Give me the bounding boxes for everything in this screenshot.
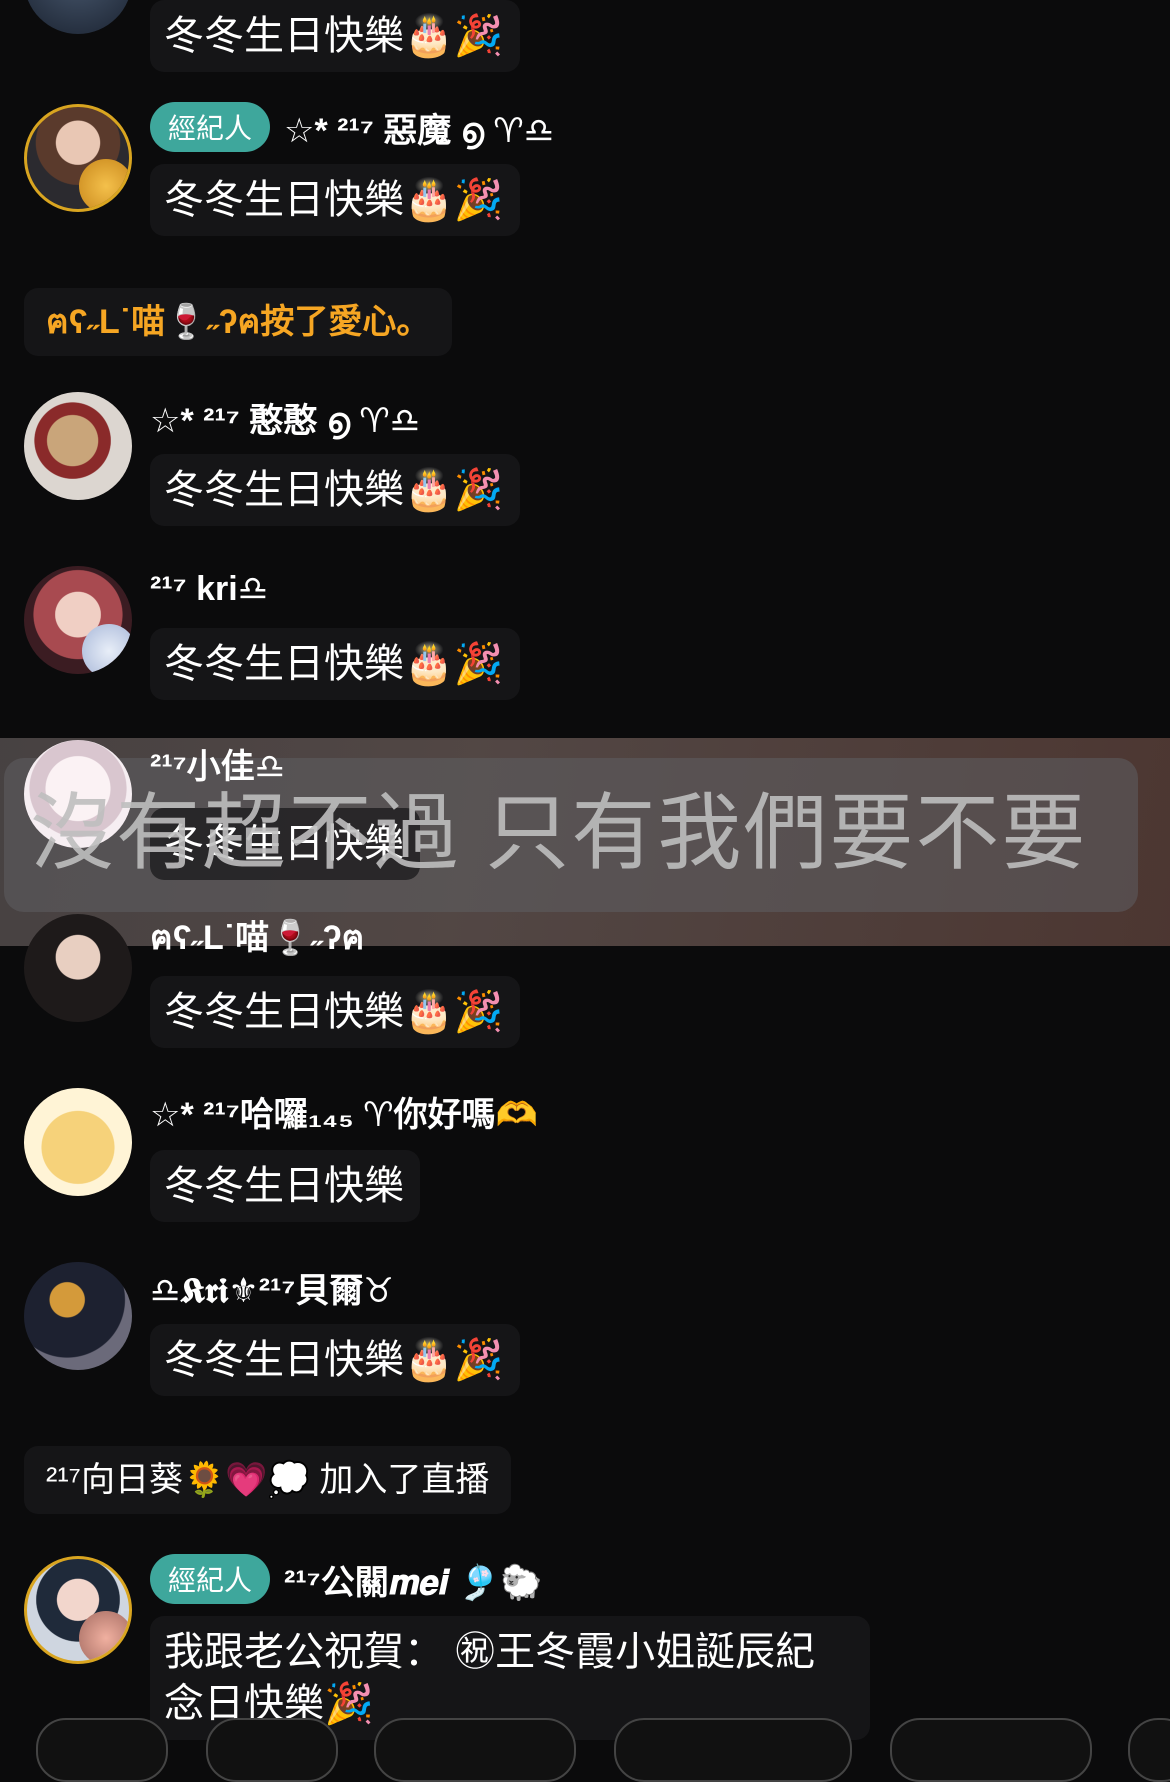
chat-message-bubble: 冬冬生日快樂🎂🎉 xyxy=(150,976,520,1048)
quick-action-button[interactable] xyxy=(614,1718,852,1782)
username-row[interactable]: ☆* ²¹⁷哈囉₁₄₅ ♈︎你好嗎🫶 xyxy=(150,1088,538,1134)
chat-message-bubble: 冬冬生日快樂 xyxy=(150,1150,420,1222)
username[interactable]: ²¹⁷公關𝒎𝒆𝒊 🎐🐑 xyxy=(284,1555,543,1604)
username[interactable]: ☆* ²¹⁷ 憨憨 ൭ ♈︎♎ xyxy=(150,393,420,442)
lyric-text: 沒有超不過 只有我們要不要 xyxy=(30,786,1088,880)
username-row[interactable]: ฅʕ˶L˙喵🍷˶ʔฅ xyxy=(150,914,364,960)
username[interactable]: ☆* ²¹⁷ 惡魔 ൭ ♈︎♎ xyxy=(284,103,554,152)
username-row[interactable]: ²¹⁷ kri♎ xyxy=(150,566,268,612)
wing-frame-icon xyxy=(79,159,129,209)
chat-message-bubble: 冬冬生日快樂🎂🎉 xyxy=(150,1324,520,1396)
username[interactable]: ♎𝕶𝖗𝖎⚜²¹⁷貝爾♉ xyxy=(150,1263,394,1312)
username-row[interactable]: ♎𝕶𝖗𝖎⚜²¹⁷貝爾♉ xyxy=(150,1264,394,1310)
chat-message-bubble: 冬冬生日快樂🎂🎉 xyxy=(150,628,520,700)
system-notice-join: ²¹⁷向日葵🌻💗💭 加入了直播 xyxy=(24,1446,512,1514)
chat-message-bubble: 冬冬生日快樂🎂🎉 xyxy=(150,454,520,526)
avatar[interactable] xyxy=(24,392,132,500)
avatar[interactable] xyxy=(24,104,132,212)
chat-message-bubble: 冬冬生日快樂🎂🎉 xyxy=(150,164,520,236)
username[interactable]: ☆* ²¹⁷哈囉₁₄₅ ♈︎你好嗎🫶 xyxy=(150,1087,538,1136)
chat-message-bubble: 冬冬生日快樂🎂🎉 xyxy=(150,0,520,72)
username-row[interactable]: 經紀人 ²¹⁷公關𝒎𝒆𝒊 🎐🐑 xyxy=(150,1554,543,1604)
message-line: 我跟老公祝賀： ㊗王冬霞小姐誕辰紀 xyxy=(164,1630,816,1674)
avatar[interactable] xyxy=(24,1556,132,1664)
quick-action-button[interactable] xyxy=(374,1718,576,1782)
username[interactable]: ²¹⁷ kri♎ xyxy=(150,569,268,609)
username-row[interactable]: ☆* ²¹⁷ 憨憨 ൭ ♈︎♎ xyxy=(150,394,420,440)
wing-frame-icon xyxy=(82,624,132,674)
avatar[interactable] xyxy=(24,1088,132,1196)
role-badge: 經紀人 xyxy=(150,1554,271,1604)
avatar[interactable] xyxy=(24,1262,132,1370)
avatar[interactable] xyxy=(24,566,132,674)
quick-action-button[interactable] xyxy=(1128,1718,1170,1782)
system-notice-like: ฅʕ˶L˙喵🍷˶ʔฅ按了愛心。 xyxy=(24,288,453,356)
quick-action-button[interactable] xyxy=(36,1718,168,1782)
quick-action-button[interactable] xyxy=(206,1718,338,1782)
username[interactable]: ฅʕ˶L˙喵🍷˶ʔฅ xyxy=(150,910,364,964)
role-badge: 經紀人 xyxy=(150,102,271,152)
username-row[interactable]: 經紀人 ☆* ²¹⁷ 惡魔 ൭ ♈︎♎ xyxy=(150,102,554,152)
wing-frame-icon xyxy=(79,1611,129,1661)
quick-action-button[interactable] xyxy=(890,1718,1092,1782)
avatar[interactable] xyxy=(24,914,132,1022)
avatar[interactable] xyxy=(24,0,132,34)
